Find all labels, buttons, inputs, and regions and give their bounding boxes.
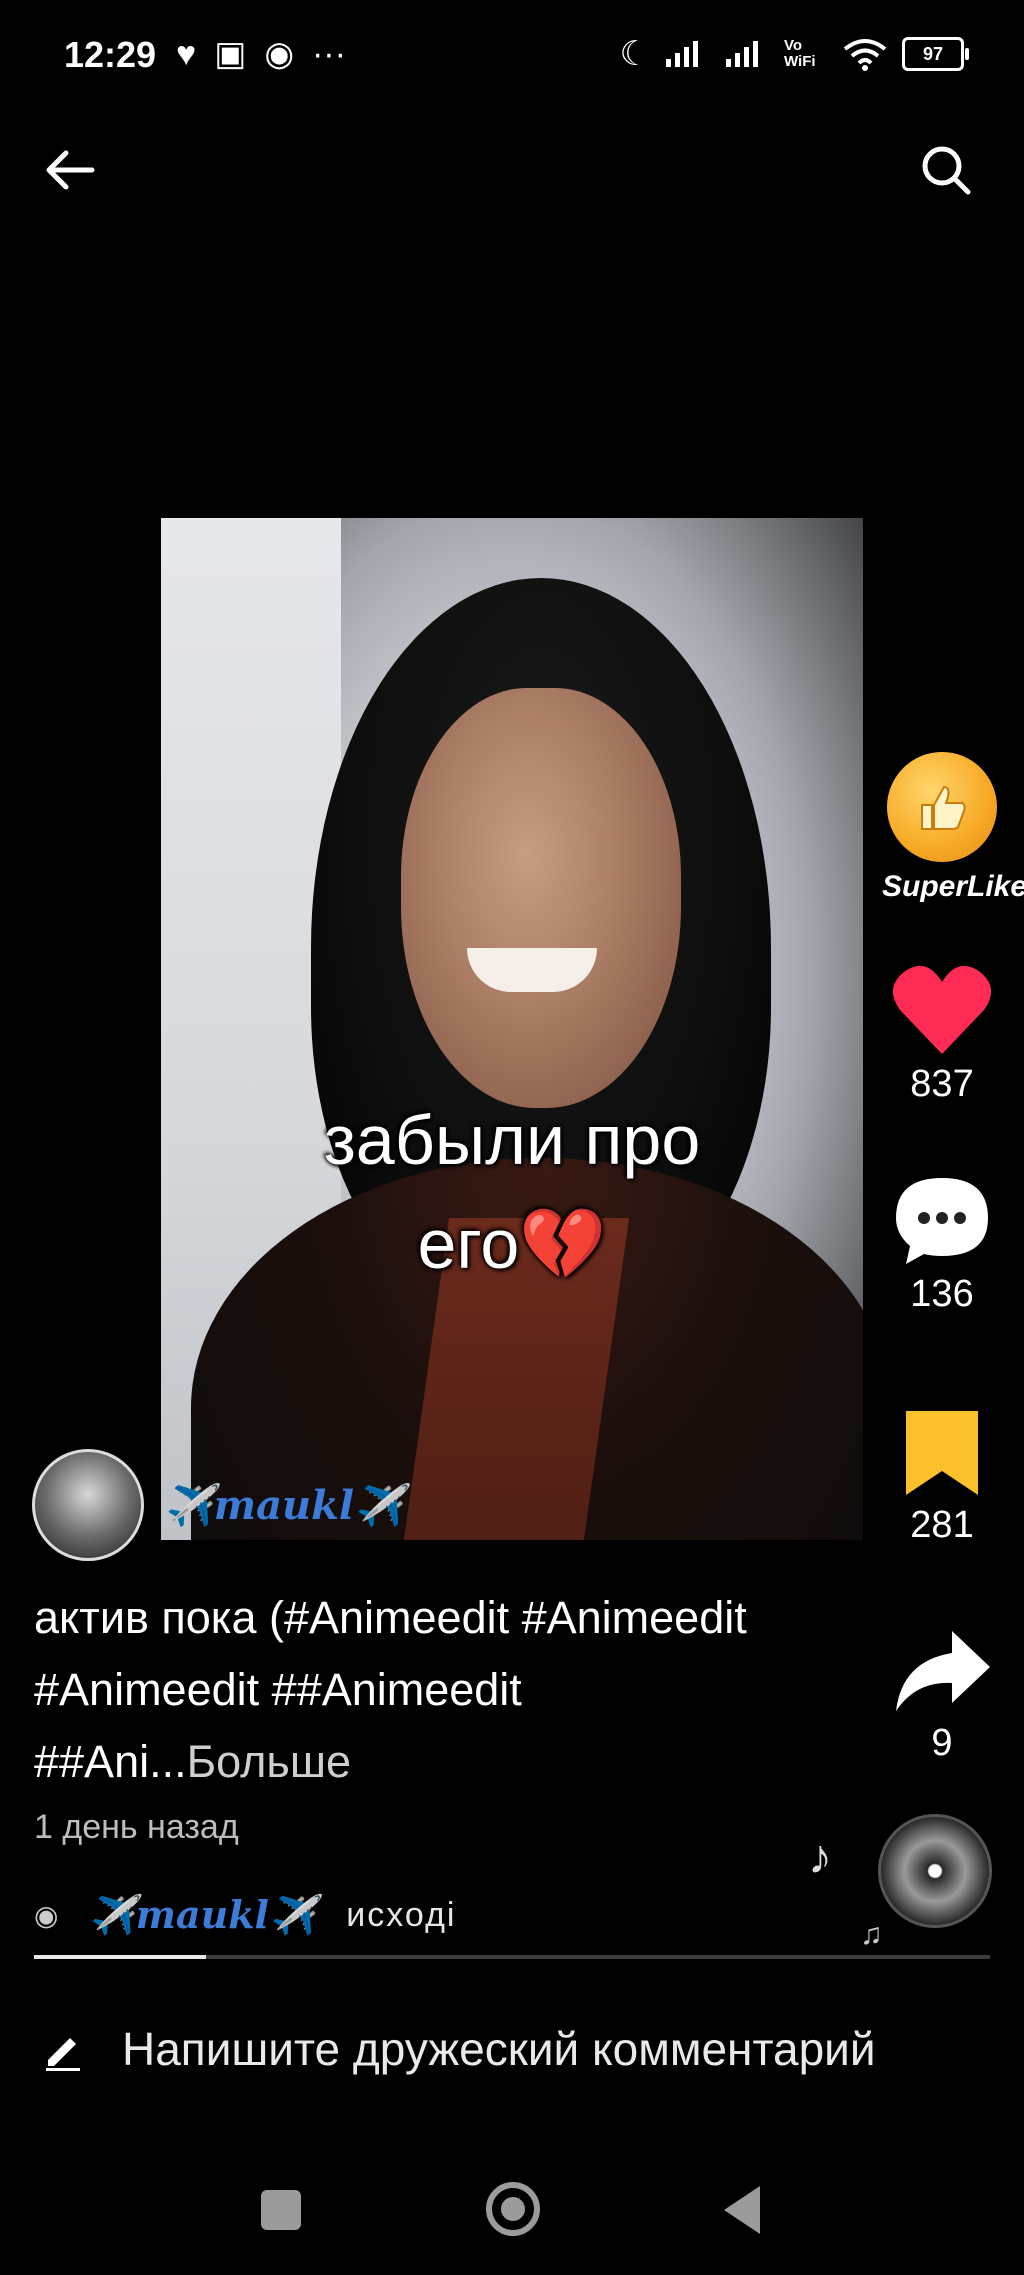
save-button[interactable]: 281 <box>882 1407 1002 1547</box>
status-time: 12:29 <box>64 34 157 75</box>
superlike-button[interactable]: SuperLike <box>882 752 1024 904</box>
music-sound-icon: ◉ <box>34 1899 59 1931</box>
video-progress-bar[interactable] <box>34 1955 990 1959</box>
chat-icon: ◉ <box>264 35 294 73</box>
author-name[interactable]: ✈️maukl✈️ <box>164 1482 404 1529</box>
video-player[interactable] <box>161 518 863 1540</box>
video-progress-fill <box>34 1955 207 1959</box>
back-button[interactable] <box>40 140 100 200</box>
arrow-left-icon <box>46 150 95 190</box>
signal-icon <box>666 41 698 67</box>
heart-icon: ♥ <box>176 35 197 73</box>
post-time: 1 день назад <box>34 1808 239 1846</box>
overlay-line-2: его💔 <box>161 1192 863 1296</box>
likes-count: 837 <box>910 1063 974 1105</box>
music-note-small-icon: ♫ <box>860 1918 883 1951</box>
music-author: ✈️maukl✈️ <box>88 1892 317 1937</box>
vowifi-label: Vo WiFi <box>784 37 816 70</box>
video-overlay-text: забыли про его💔 <box>161 1088 863 1296</box>
status-bar: 12:29 ♥ ▣ ◉ ··· ☾ Vo WiFi 97 <box>0 0 1024 110</box>
caption-text: актив пока (#Animeedit #Animeedit #Anime… <box>34 1592 747 1787</box>
superlike-label: SuperLike <box>882 870 1024 903</box>
music-note-icon: ♪ <box>808 1831 832 1884</box>
search-button[interactable] <box>916 140 976 200</box>
wifi-icon <box>843 39 887 71</box>
moon-icon: ☾ <box>619 35 650 73</box>
music-title: исході <box>346 1895 457 1934</box>
comment-bubble-icon <box>896 1178 988 1264</box>
broken-heart-emoji: 💔 <box>519 1205 607 1283</box>
thumbs-up-icon <box>887 752 997 862</box>
image-icon: ▣ <box>214 35 247 73</box>
search-icon <box>922 146 971 195</box>
overlay-line-1: забыли про <box>323 1101 701 1179</box>
system-back-button[interactable] <box>724 2186 760 2234</box>
heart-icon <box>892 965 992 1054</box>
music-disc[interactable] <box>878 1814 992 1928</box>
home-button[interactable] <box>486 2182 540 2236</box>
share-button[interactable]: 9 <box>882 1627 1002 1765</box>
overlay-line-2-text: его <box>417 1205 520 1283</box>
pencil-icon <box>46 2038 80 2071</box>
video-caption[interactable]: актив пока (#Animeedit #Animeedit #Anime… <box>34 1582 794 1798</box>
author-row[interactable]: ✈️maukl✈️ <box>32 1449 404 1561</box>
comment-button[interactable]: 136 <box>882 1172 1002 1316</box>
share-arrow-icon <box>896 1631 990 1711</box>
author-avatar[interactable] <box>32 1449 144 1561</box>
like-button[interactable]: 837 <box>882 962 1002 1106</box>
signal-icon-2 <box>726 41 758 67</box>
comments-count: 136 <box>910 1273 974 1315</box>
bookmark-icon <box>906 1411 978 1495</box>
battery-icon: 97 <box>902 37 969 71</box>
recent-apps-button[interactable] <box>261 2190 301 2230</box>
comment-input[interactable]: Напишите дружеский комментарий <box>122 2022 876 2076</box>
caption-more-link[interactable]: Больше <box>187 1736 351 1787</box>
video-subject-face <box>401 688 681 1108</box>
music-row[interactable]: ◉ ✈️maukl✈️ исході <box>34 1880 754 1950</box>
shares-count: 9 <box>931 1722 953 1764</box>
saves-count: 281 <box>910 1504 974 1546</box>
more-dots-icon: ··· <box>311 35 346 73</box>
status-system-icons: ☾ Vo WiFi 97 <box>619 34 969 74</box>
status-notification-icons: ♥ ▣ ◉ ··· <box>176 34 346 74</box>
